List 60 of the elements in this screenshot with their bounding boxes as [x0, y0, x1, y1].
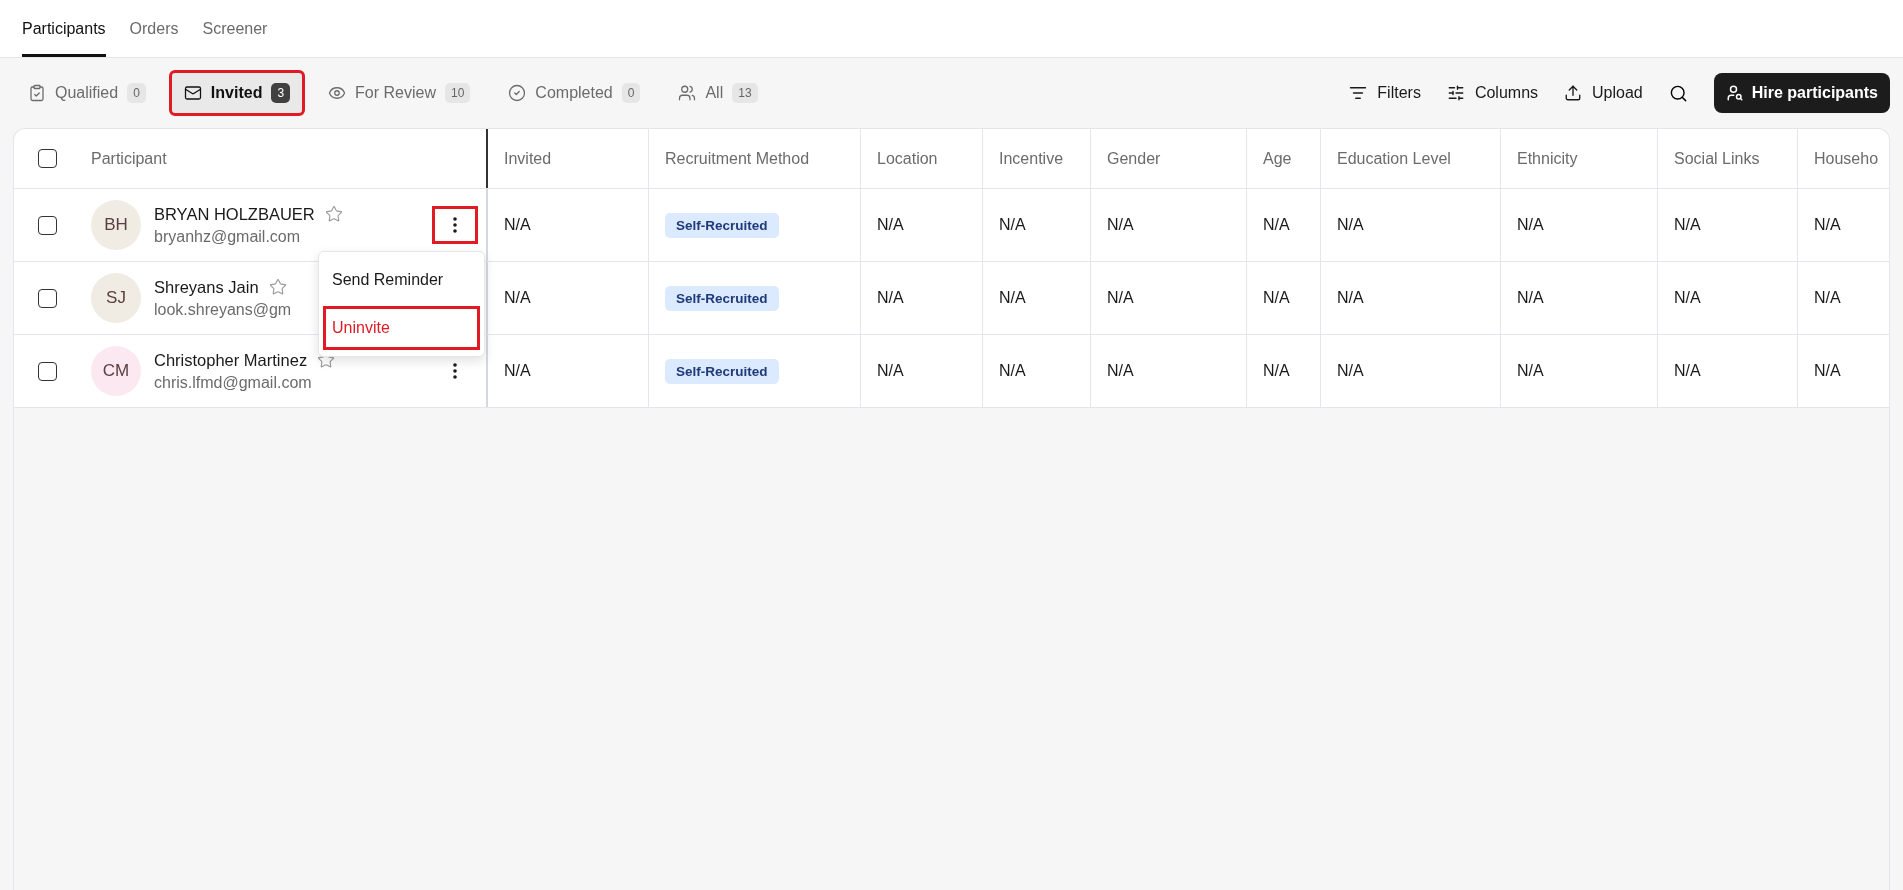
table-cell: N/A [504, 362, 531, 380]
table-cell: N/A [1814, 289, 1841, 307]
table-cell: N/A [1517, 362, 1544, 380]
column-header: Gender [1107, 149, 1161, 168]
tab-label: For Review [355, 84, 436, 102]
table-cell: N/A [1337, 289, 1364, 307]
table-cell: N/A [1107, 216, 1134, 234]
recruitment-tag: Self-Recruited [665, 285, 779, 311]
column-header: Incentive [999, 149, 1064, 168]
table-cell: N/A [1674, 289, 1701, 307]
recruitment-tag: Self-Recruited [665, 358, 779, 384]
column-header: Ethnicity [1517, 149, 1578, 168]
column-header: Location [877, 149, 938, 168]
table-cell: N/A [1263, 362, 1290, 380]
table-cell: N/A [877, 289, 904, 307]
avatar: CM [91, 346, 141, 396]
table-cell: N/A [504, 289, 531, 307]
column-header: Education Level [1337, 149, 1451, 168]
count-badge: 0 [127, 83, 146, 103]
column-header: Recruitment Method [665, 149, 810, 168]
avatar: BH [91, 200, 141, 250]
tab-label: All [705, 84, 724, 102]
column-header: Age [1263, 149, 1292, 168]
participant-name: BRYAN HOLZBAUER [154, 204, 315, 224]
recruitment-tag: Self-Recruited [665, 212, 779, 238]
table-cell: N/A [999, 216, 1026, 234]
table-cell: N/A [877, 216, 904, 234]
table-cell: N/A [877, 362, 904, 380]
count-badge: 0 [621, 83, 641, 103]
participant-email: chris.lfmd@gmail.com [154, 373, 313, 392]
table-cell: N/A [1107, 362, 1134, 380]
participant-email: bryanhz@gmail.com [154, 227, 302, 246]
avatar: SJ [91, 273, 141, 323]
column-header: Social Links [1674, 149, 1760, 168]
table-cell: N/A [1674, 362, 1701, 380]
count-badge: 10 [445, 83, 471, 103]
table-cell: N/A [1263, 289, 1290, 307]
column-header: Participant [91, 149, 167, 168]
table-cell: N/A [1107, 289, 1134, 307]
participant-name: Shreyans Jain [154, 277, 259, 297]
table-cell: N/A [1814, 216, 1841, 234]
count-badge: 3 [271, 83, 291, 103]
table-cell: N/A [1517, 216, 1544, 234]
tab-label: Qualified [55, 84, 119, 102]
table-cell: N/A [504, 216, 531, 234]
table-cell: N/A [1337, 362, 1364, 380]
table-cell: N/A [999, 289, 1026, 307]
participant-name: Christopher Martinez [154, 350, 308, 370]
column-header: Househo [1814, 149, 1879, 168]
table-cell: N/A [1674, 216, 1701, 234]
count-badge: 13 [732, 83, 758, 103]
tab-label: Invited [210, 84, 263, 102]
table-cell: N/A [1517, 289, 1544, 307]
table-cell: N/A [999, 362, 1026, 380]
table-cell: N/A [1263, 216, 1290, 234]
participant-email: look.shreyans@gm [154, 300, 293, 319]
table-cell: N/A [1337, 216, 1364, 234]
tab-label: Completed [535, 84, 613, 102]
column-header: Invited [504, 149, 552, 168]
table-cell: N/A [1814, 362, 1841, 380]
